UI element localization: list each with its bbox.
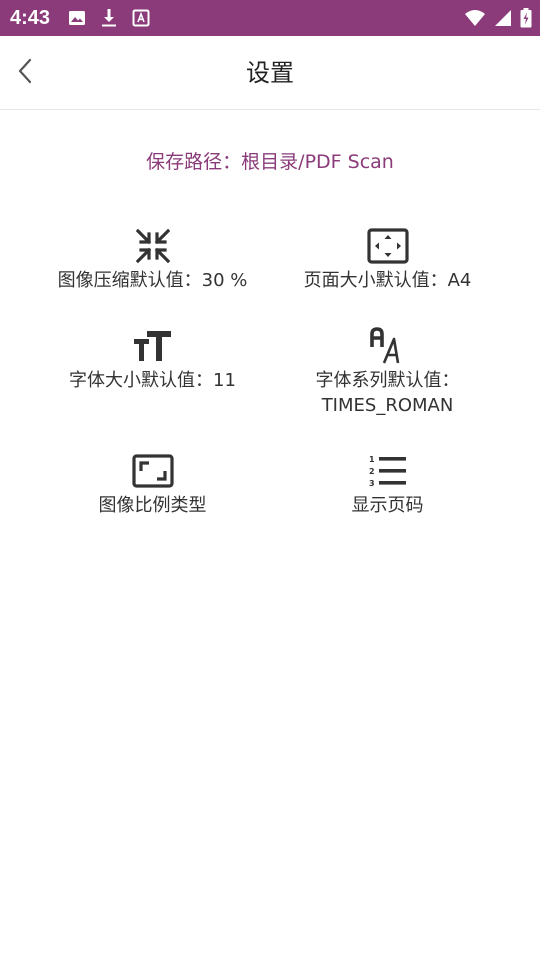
font-size-label: 字体大小默认值：11 [69, 370, 236, 391]
svg-text:3: 3 [369, 479, 375, 488]
page-size-setting[interactable]: 页面大小默认值：A4 [270, 226, 505, 326]
download-icon [100, 8, 118, 28]
font-family-icon [366, 326, 410, 366]
page-title: 设置 [246, 59, 294, 87]
numbered-list-icon: 1 2 3 [366, 451, 410, 491]
status-notification-icons [68, 8, 150, 28]
fullscreen-frame-icon [366, 226, 410, 266]
image-aspect-setting[interactable]: 图像比例类型 [35, 451, 270, 551]
signal-icon [494, 9, 512, 27]
wifi-icon [464, 9, 486, 27]
font-family-label: 字体系列默认值： TIMES_ROMAN [315, 370, 460, 416]
font-family-setting[interactable]: 字体系列默认值： TIMES_ROMAN [270, 326, 505, 451]
font-size-setting[interactable]: 字体大小默认值：11 [35, 326, 270, 451]
battery-charging-icon [520, 8, 532, 28]
image-compression-setting[interactable]: 图像压缩默认值：30 % [35, 226, 270, 326]
show-page-number-setting[interactable]: 1 2 3 显示页码 [270, 451, 505, 551]
status-system-icons [464, 8, 532, 28]
show-page-number-label: 显示页码 [351, 495, 424, 516]
compress-arrows-icon [131, 226, 175, 266]
page-size-label: 页面大小默认值：A4 [303, 270, 472, 291]
status-bar: 4:43 [0, 0, 540, 36]
app-bar: 设置 [0, 36, 540, 110]
aspect-ratio-icon [131, 451, 175, 491]
status-time: 4:43 [10, 7, 51, 29]
image-compression-label: 图像压缩默认值：30 % [57, 270, 248, 291]
save-path-link[interactable]: 保存路径：根目录/PDF Scan [0, 148, 540, 176]
image-icon [68, 9, 86, 27]
text-size-icon [131, 326, 175, 366]
font-a-icon [132, 9, 150, 27]
svg-text:2: 2 [369, 467, 375, 476]
settings-grid: 图像压缩默认值：30 % 页面大小默认值：A4 字体大小默认值：11 字体系列默… [35, 226, 505, 551]
svg-text:1: 1 [369, 455, 375, 464]
image-aspect-label: 图像比例类型 [98, 495, 207, 516]
